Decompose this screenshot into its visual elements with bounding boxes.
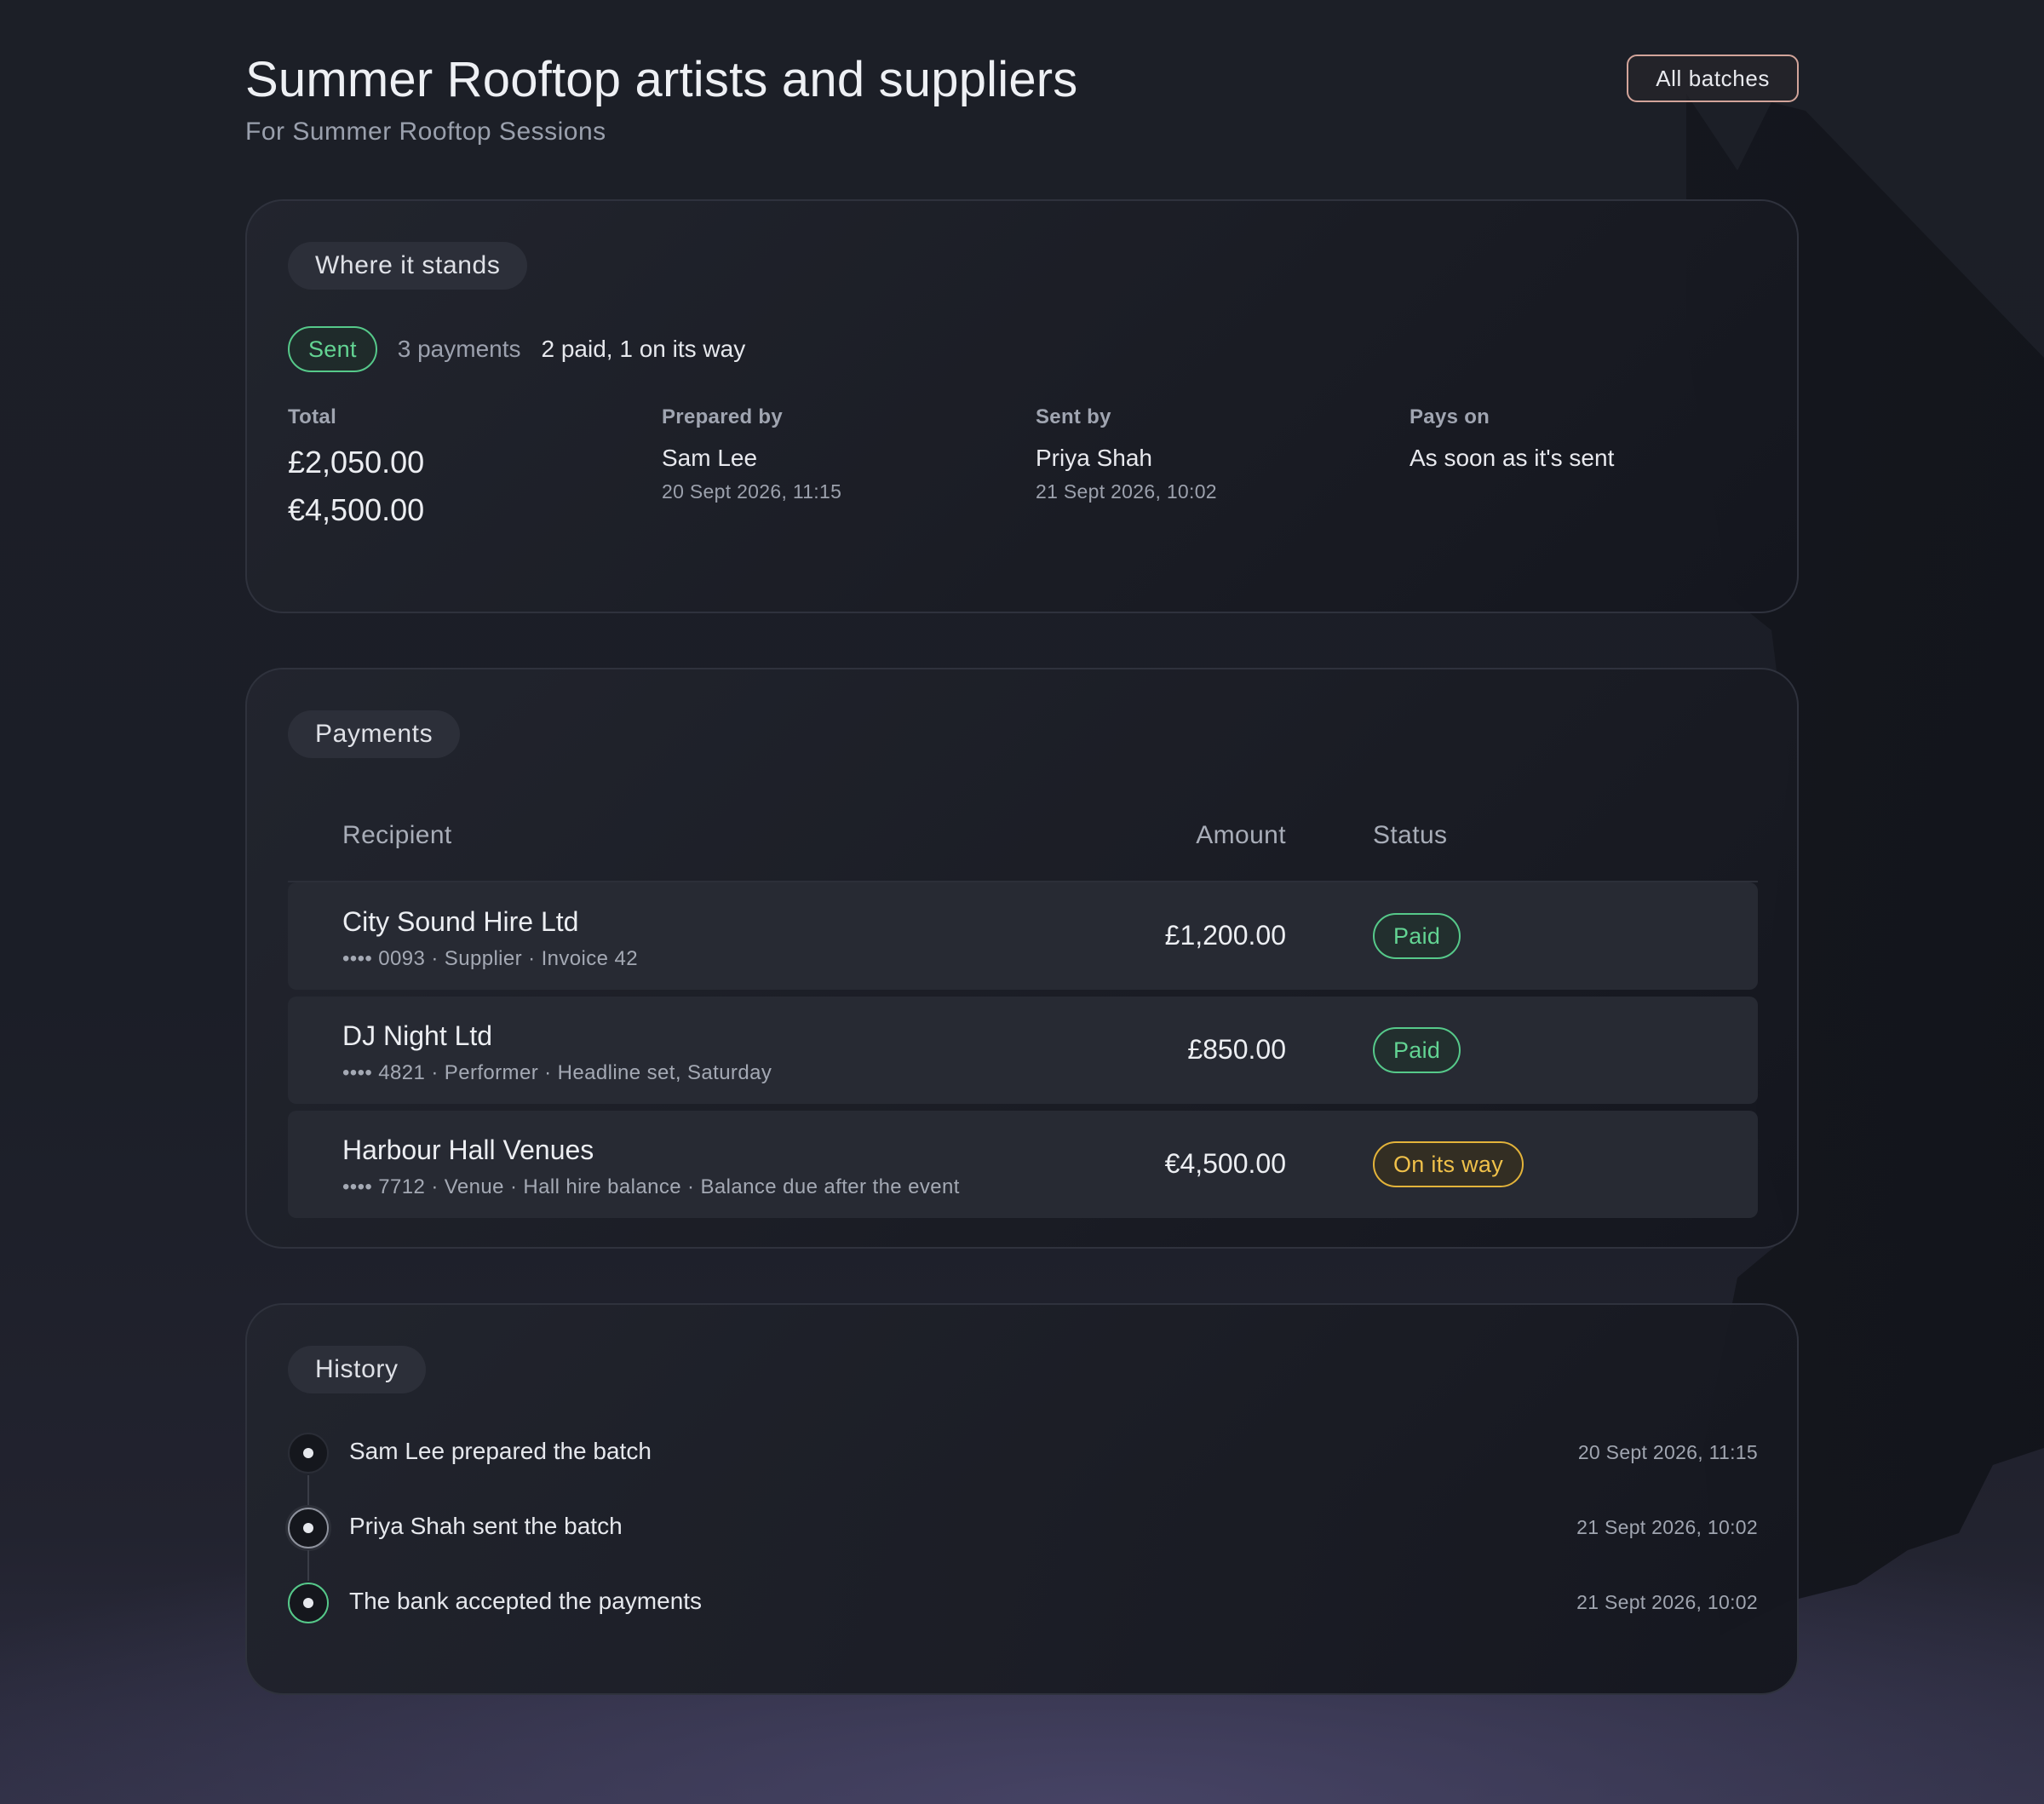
- timeline-connector: [307, 1475, 309, 1506]
- pays-on-value: As soon as it's sent: [1410, 445, 1615, 471]
- column-header-amount: Amount: [1196, 821, 1286, 849]
- payment-amount: £1,200.00: [1164, 920, 1286, 951]
- status-row: Sent 3 payments 2 paid, 1 on its way: [288, 325, 745, 373]
- total-label: Total: [288, 405, 337, 428]
- event-text: Sam Lee prepared the batch: [349, 1438, 652, 1464]
- status-card-tag: Where it stands: [288, 242, 528, 290]
- total-gbp: £2,050.00: [288, 445, 425, 480]
- sent-by-name: Priya Shah: [1036, 445, 1152, 471]
- pays-on-stat: Pays on As soon as it's sent: [1410, 405, 1614, 472]
- payments-count: 3 payments: [397, 336, 521, 362]
- history-event: Sam Lee prepared the batch 20 Sept 2026,…: [288, 1431, 1758, 1506]
- recipient-meta: •••• 0093 · Supplier · Invoice 42: [342, 947, 638, 970]
- status-badge: On its way: [1373, 1141, 1524, 1187]
- table-row[interactable]: Harbour Hall Venues •••• 7712 · Venue · …: [288, 1111, 1758, 1218]
- history-event: The bank accepted the payments 21 Sept 2…: [288, 1581, 1758, 1656]
- column-header-recipient: Recipient: [342, 821, 452, 849]
- timeline-connector: [307, 1550, 309, 1581]
- event-text: The bank accepted the payments: [349, 1588, 703, 1614]
- sent-by-label: Sent by: [1036, 405, 1111, 428]
- all-batches-button[interactable]: All batches: [1627, 55, 1799, 102]
- timeline-dot-icon: [288, 1433, 329, 1474]
- payments-card: Payments Recipient Amount Status City So…: [245, 668, 1799, 1249]
- event-time: 21 Sept 2026, 10:02: [1576, 1516, 1758, 1538]
- recipient-name: DJ Night Ltd: [342, 1020, 493, 1051]
- timeline-dot-icon: [288, 1583, 329, 1623]
- payments-table: Recipient Amount Status City Sound Hire …: [288, 801, 1758, 1218]
- sent-by-time: 21 Sept 2026, 10:02: [1036, 480, 1217, 503]
- recipient-meta: •••• 7712 · Venue · Hall hire balance · …: [342, 1175, 960, 1198]
- recipient-name: Harbour Hall Venues: [342, 1135, 594, 1165]
- sent-by-stat: Sent by Priya Shah 21 Sept 2026, 10:02: [1036, 405, 1217, 503]
- payments-card-tag: Payments: [288, 710, 461, 758]
- status-badge: Paid: [1373, 1027, 1461, 1073]
- recipient-meta: •••• 4821 · Performer · Headline set, Sa…: [342, 1061, 772, 1084]
- column-header-status: Status: [1373, 821, 1448, 849]
- recipient-name: City Sound Hire Ltd: [342, 906, 579, 937]
- prepared-by-name: Sam Lee: [662, 445, 758, 471]
- status-badge: Sent: [288, 326, 377, 372]
- table-body: City Sound Hire Ltd •••• 0093 · Supplier…: [288, 882, 1758, 1218]
- page-subtitle: For Summer Rooftop Sessions: [245, 118, 606, 146]
- event-text: Priya Shah sent the batch: [349, 1513, 623, 1539]
- history-card-tag: History: [288, 1346, 426, 1393]
- status-badge: Paid: [1373, 913, 1461, 959]
- prepared-by-stat: Prepared by Sam Lee 20 Sept 2026, 11:15: [662, 405, 841, 503]
- table-header: Recipient Amount Status: [288, 801, 1758, 882]
- page-title: Summer Rooftop artists and suppliers: [245, 52, 1078, 107]
- payment-amount: £850.00: [1187, 1034, 1286, 1065]
- total-eur: €4,500.00: [288, 492, 425, 527]
- history-event: Priya Shah sent the batch 21 Sept 2026, …: [288, 1506, 1758, 1581]
- table-row[interactable]: DJ Night Ltd •••• 4821 · Performer · Hea…: [288, 997, 1758, 1104]
- payments-summary: 2 paid, 1 on its way: [541, 336, 746, 362]
- total-stat: Total £2,050.00 €4,500.00: [288, 405, 424, 528]
- pays-on-label: Pays on: [1410, 405, 1490, 428]
- table-row[interactable]: City Sound Hire Ltd •••• 0093 · Supplier…: [288, 882, 1758, 990]
- page-header: Summer Rooftop artists and suppliers For…: [245, 51, 1799, 162]
- status-card: Where it stands Sent 3 payments 2 paid, …: [245, 199, 1799, 613]
- prepared-by-time: 20 Sept 2026, 11:15: [662, 480, 842, 503]
- timeline-dot-icon: [288, 1508, 329, 1548]
- event-time: 20 Sept 2026, 11:15: [1577, 1441, 1758, 1463]
- prepared-by-label: Prepared by: [662, 405, 784, 428]
- history-timeline: Sam Lee prepared the batch 20 Sept 2026,…: [288, 1431, 1758, 1656]
- event-time: 21 Sept 2026, 10:02: [1576, 1591, 1758, 1613]
- payment-amount: €4,500.00: [1164, 1148, 1286, 1179]
- history-card: History Sam Lee prepared the batch 20 Se…: [245, 1303, 1799, 1695]
